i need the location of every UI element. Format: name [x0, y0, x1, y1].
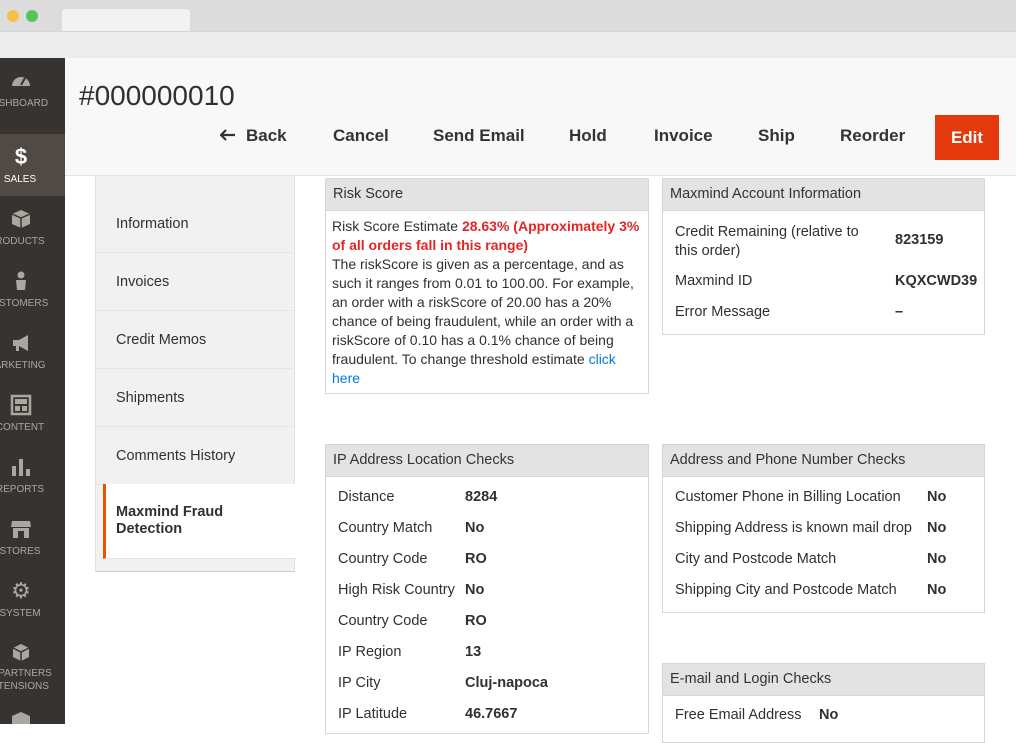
- person-icon: [10, 270, 32, 292]
- ip-checks-panel: IP Address Location Checks Distance 8284…: [325, 444, 649, 734]
- box-icon: [10, 208, 32, 230]
- maxmind-id-value: KQXCWD39: [895, 273, 978, 289]
- address-check-value: No: [927, 582, 947, 598]
- maxmind-id-label: Maxmind ID: [675, 273, 753, 289]
- account-info-heading: Maxmind Account Information: [663, 179, 984, 211]
- email-check-label: Free Email Address: [675, 707, 802, 723]
- ip-check-label: IP Latitude: [338, 706, 408, 722]
- nav-dashboard[interactable]: ASHBOARD: [0, 58, 65, 120]
- dollar-icon: $: [14, 144, 28, 169]
- risk-score-panel: Risk Score Risk Score Estimate 28.63% (A…: [325, 178, 649, 394]
- email-checks-heading: E-mail and Login Checks: [663, 664, 984, 696]
- ip-check-value: RO: [465, 551, 487, 567]
- invoice-button[interactable]: Invoice: [654, 126, 713, 146]
- address-check-value: No: [927, 520, 947, 536]
- nav-system[interactable]: ⚙ SYSTEM: [0, 568, 65, 630]
- ip-check-value: 13: [465, 644, 482, 660]
- tab-maxmind-fraud-detection[interactable]: Maxmind Fraud Detection: [103, 484, 296, 559]
- ip-check-label: High Risk Country: [338, 582, 455, 598]
- tab-invoices[interactable]: Invoices: [96, 253, 295, 311]
- edit-button[interactable]: Edit: [935, 115, 999, 160]
- gear-icon: ⚙: [11, 578, 31, 603]
- email-check-value: No: [819, 707, 839, 723]
- reorder-button[interactable]: Reorder: [840, 126, 905, 146]
- browser-toolbar: [0, 31, 1016, 58]
- nav-products[interactable]: RODUCTS: [0, 196, 65, 258]
- ip-check-value: RO: [465, 613, 487, 629]
- address-check-label: City and Postcode Match: [675, 551, 837, 567]
- browser-chrome: [0, 0, 1016, 58]
- cancel-button[interactable]: Cancel: [333, 126, 389, 146]
- risk-score-heading: Risk Score: [326, 179, 648, 211]
- ip-check-label: Country Code: [338, 551, 428, 567]
- address-check-label: Shipping Address is known mail drop: [675, 520, 912, 536]
- ip-check-value: 8284: [465, 489, 498, 505]
- address-checks-panel: Address and Phone Number Checks Customer…: [662, 444, 985, 613]
- maximize-dot[interactable]: [26, 10, 38, 22]
- nav-sales[interactable]: $ SALES: [0, 134, 65, 196]
- ip-check-label: Country Match: [338, 520, 433, 536]
- ip-check-label: Distance: [338, 489, 395, 505]
- address-check-label: Shipping City and Postcode Match: [675, 582, 897, 598]
- ip-check-label: IP City: [338, 675, 381, 691]
- hold-button[interactable]: Hold: [569, 126, 607, 146]
- ip-check-value: No: [465, 520, 485, 536]
- tab-comments-history[interactable]: Comments History: [96, 427, 295, 485]
- error-message-value: –: [895, 304, 904, 320]
- nav-reports[interactable]: REPORTS: [0, 444, 65, 506]
- error-message-label: Error Message: [675, 304, 771, 320]
- arrow-left-icon: [219, 126, 236, 146]
- address-check-value: No: [927, 489, 947, 505]
- ip-check-value: No: [465, 582, 485, 598]
- nav-content[interactable]: CONTENT: [0, 382, 65, 444]
- send-email-button[interactable]: Send Email: [433, 126, 525, 146]
- dashboard-icon: [10, 70, 32, 92]
- nav-customers[interactable]: USTOMERS: [0, 258, 65, 320]
- ip-check-label: Country Code: [338, 613, 428, 629]
- nav-more[interactable]: [0, 706, 65, 724]
- ip-checks-heading: IP Address Location Checks: [326, 445, 648, 477]
- storefront-icon: [10, 518, 32, 540]
- nav-partners-extensions[interactable]: D PARTNERS XTENSIONS: [0, 630, 65, 710]
- tab-shipments[interactable]: Shipments: [96, 369, 295, 427]
- blocks-icon: [10, 642, 32, 664]
- ip-check-label: IP Region: [338, 644, 402, 660]
- page-header: #000000010 Back Cancel Send Email Hold I…: [65, 58, 1016, 176]
- page-title: #000000010: [79, 80, 235, 111]
- risk-score-body: Risk Score Estimate 28.63% (Approximatel…: [332, 218, 640, 386]
- nav-marketing[interactable]: ARKETING: [0, 320, 65, 382]
- address-check-label: Customer Phone in Billing Location: [675, 489, 901, 505]
- order-tabs: Information Invoices Credit Memos Shipme…: [95, 176, 296, 572]
- ship-button[interactable]: Ship: [758, 126, 795, 146]
- nav-stores[interactable]: STORES: [0, 506, 65, 568]
- credit-remaining-label: Credit Remaining (relative to this order…: [675, 224, 859, 259]
- address-checks-heading: Address and Phone Number Checks: [663, 445, 984, 477]
- address-check-value: No: [927, 551, 947, 567]
- ip-check-value: Cluj-napoca: [465, 675, 548, 691]
- bar-chart-icon: [10, 456, 32, 478]
- box-icon: [10, 710, 32, 724]
- back-button[interactable]: Back: [219, 126, 287, 146]
- credit-remaining-value: 823159: [895, 232, 944, 248]
- browser-tab[interactable]: [62, 9, 190, 31]
- tab-information[interactable]: Information: [96, 195, 295, 253]
- megaphone-icon: [10, 332, 32, 354]
- layout-icon: [10, 394, 32, 416]
- admin-sidebar: ASHBOARD $ SALES RODUCTS USTOMERS ARKETI…: [0, 58, 65, 724]
- minimize-dot[interactable]: [7, 10, 19, 22]
- account-info-panel: Maxmind Account Information Credit Remai…: [662, 178, 985, 335]
- email-checks-panel: E-mail and Login Checks Free Email Addre…: [662, 663, 985, 743]
- ip-check-value: 46.7667: [465, 706, 518, 722]
- tab-credit-memos[interactable]: Credit Memos: [96, 311, 295, 369]
